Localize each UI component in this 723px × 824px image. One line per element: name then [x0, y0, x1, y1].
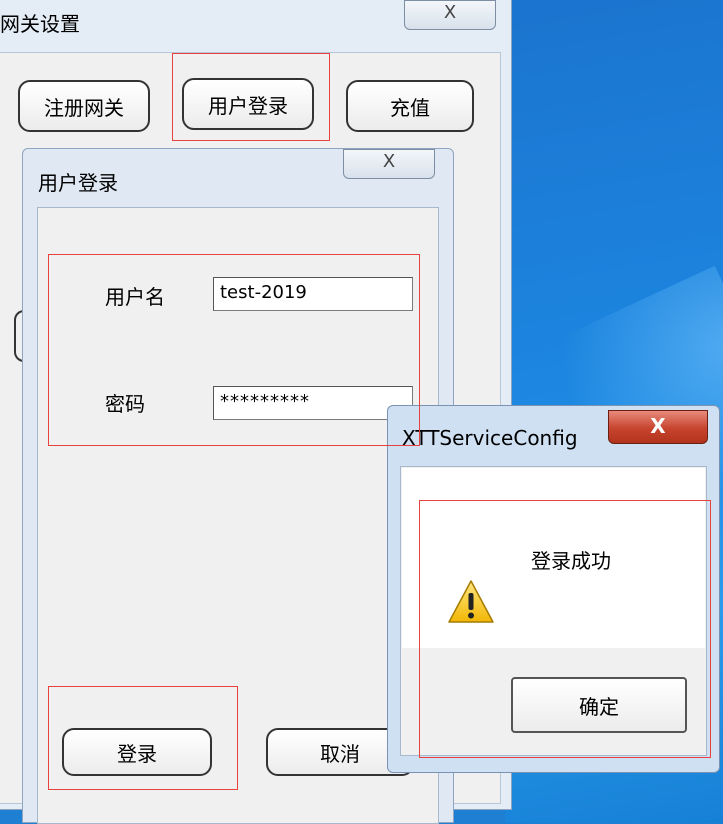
register-gateway-button[interactable]: 注册网关: [18, 80, 150, 132]
login-dialog-title: 用户登录: [38, 171, 118, 195]
login-button[interactable]: 登录: [62, 728, 212, 776]
message-text: 登录成功: [531, 549, 611, 573]
close-icon: X: [382, 151, 396, 172]
ok-button[interactable]: 确定: [511, 677, 687, 733]
close-icon: X: [443, 2, 457, 23]
user-login-button[interactable]: 用户登录: [182, 78, 314, 130]
warning-icon: [448, 580, 494, 623]
close-icon: X: [650, 414, 666, 438]
window-title: 网关设置: [0, 12, 80, 36]
password-label: 密码: [105, 392, 145, 416]
login-dialog-client: 用户名 test-2019 密码 ********* 登录 取消: [37, 207, 439, 824]
message-box: XTTServiceConfig X 登录成功 确定: [387, 405, 720, 773]
recharge-button[interactable]: 充值: [346, 80, 474, 132]
message-box-title: XTTServiceConfig: [402, 426, 578, 450]
username-input[interactable]: test-2019: [213, 277, 413, 311]
main-close-button[interactable]: X: [404, 0, 496, 30]
login-dialog-close-button[interactable]: X: [343, 149, 435, 179]
message-box-client: 登录成功 确定: [400, 466, 707, 756]
password-input[interactable]: *********: [213, 386, 413, 420]
message-box-close-button[interactable]: X: [608, 410, 708, 444]
username-label: 用户名: [105, 285, 165, 309]
